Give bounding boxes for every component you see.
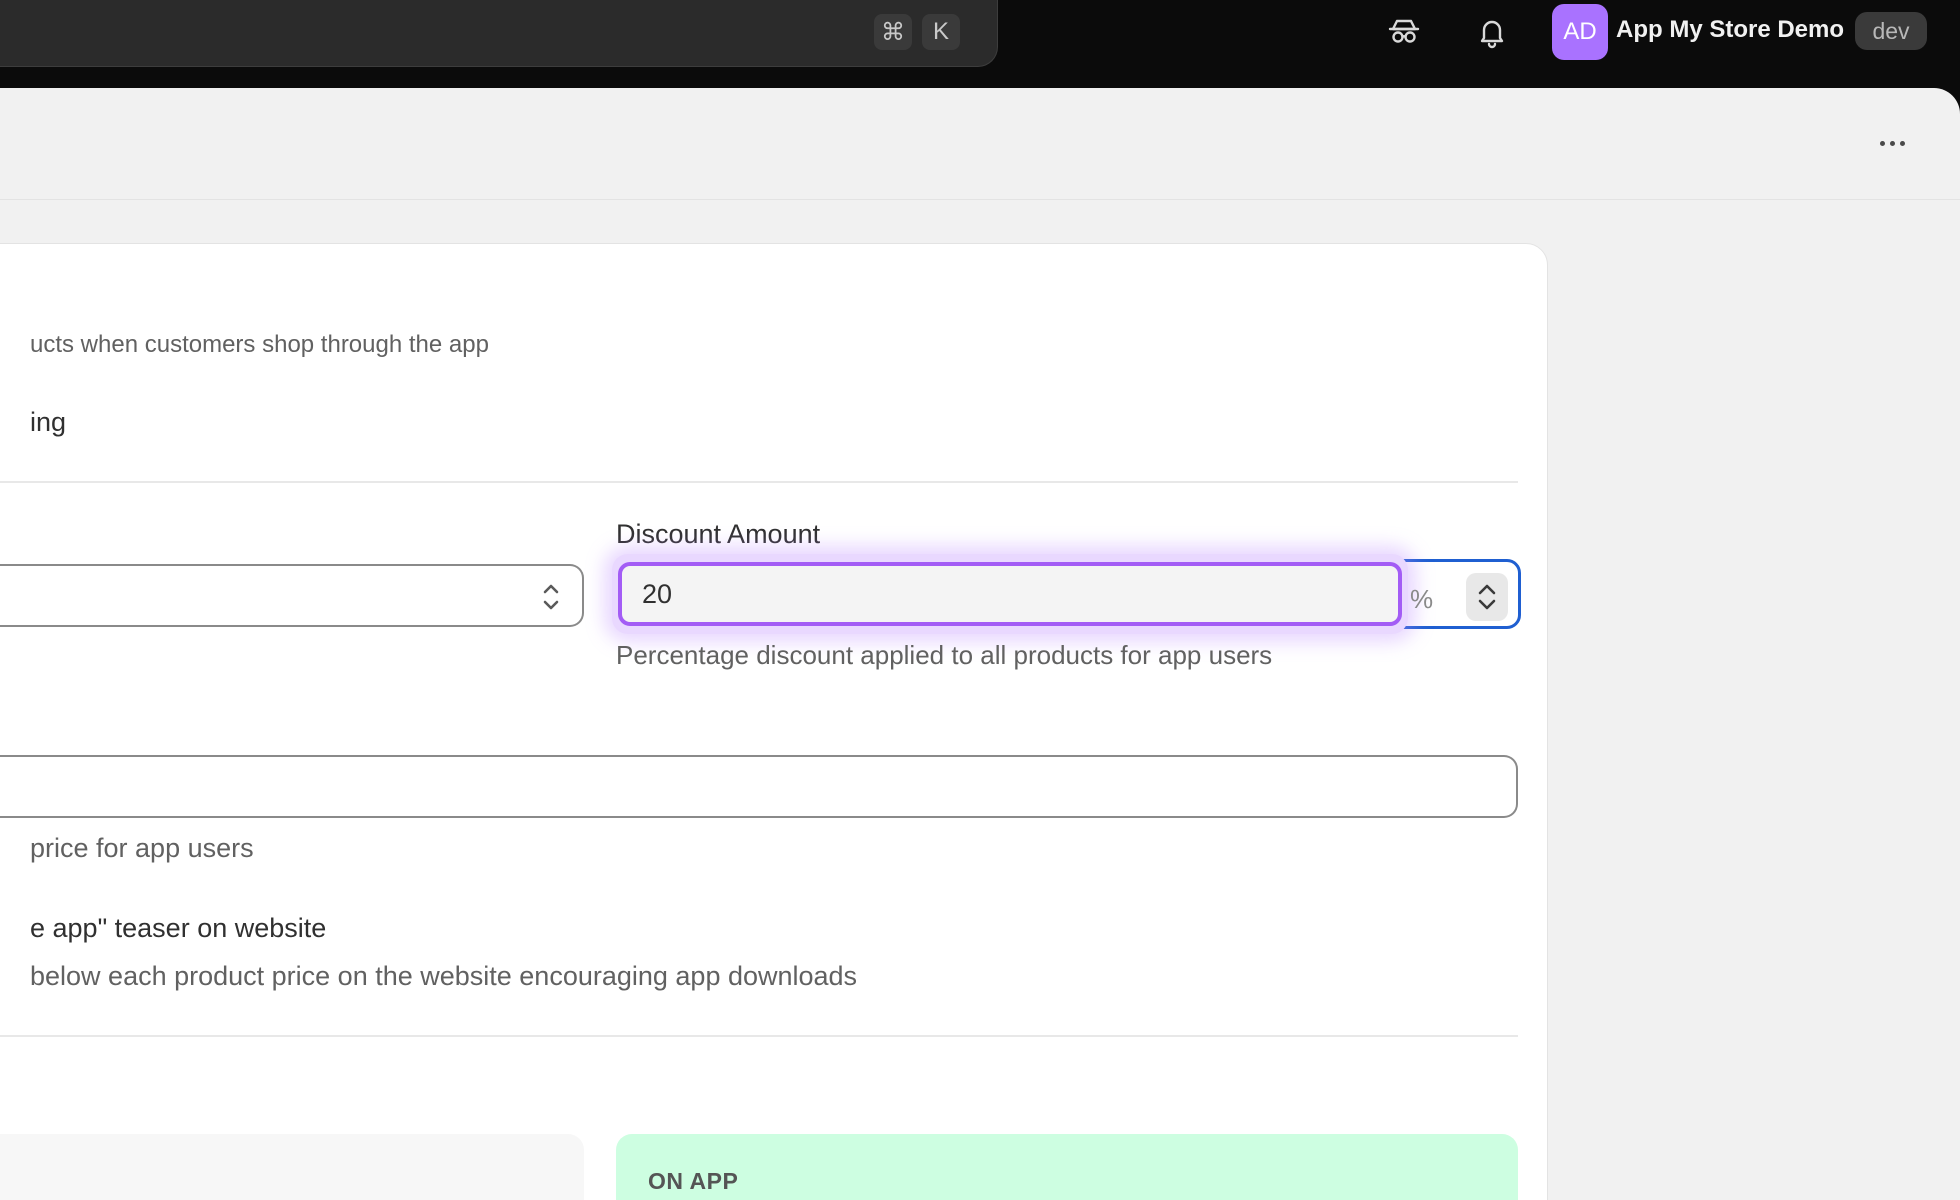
select-caret-icon — [543, 584, 559, 610]
page-header — [0, 88, 1960, 200]
percent-suffix: % — [1410, 584, 1434, 614]
preview-on-app-title: ON APP — [648, 1168, 739, 1194]
settings-content: ucts when customers shop through the app… — [0, 243, 1548, 1200]
section-description: ucts when customers shop through the app — [30, 331, 489, 358]
price-input[interactable] — [0, 755, 1518, 818]
divider — [0, 481, 1518, 483]
toggle-label: ing — [30, 407, 67, 437]
teaser-label: e app" teaser on website — [30, 913, 327, 943]
teaser-description: below each product price on the website … — [30, 961, 858, 991]
preview-website-card — [0, 1134, 584, 1200]
more-horizontal-icon — [1889, 140, 1895, 146]
discount-type-select[interactable] — [0, 564, 584, 627]
more-horizontal-icon — [1879, 140, 1885, 146]
preview-on-app-card: ON APP — [616, 1134, 1518, 1200]
k-key-badge: K — [922, 14, 960, 50]
number-stepper[interactable] — [1466, 573, 1508, 621]
chevron-down-icon[interactable] — [1476, 598, 1498, 612]
top-bar: ⌘ K AD App My Store Demo dev — [0, 0, 1960, 88]
divider — [0, 1035, 1518, 1037]
discount-amount-input[interactable] — [618, 562, 1402, 626]
store-name[interactable]: App My Store Demo — [1616, 16, 1844, 44]
search-bar[interactable]: ⌘ K — [0, 0, 998, 67]
avatar[interactable]: AD — [1552, 4, 1608, 60]
environment-badge: dev — [1855, 12, 1927, 50]
discount-help-text: Percentage discount applied to all produ… — [616, 640, 1273, 670]
bell-icon[interactable] — [1472, 12, 1512, 52]
more-actions-button[interactable] — [1872, 128, 1912, 158]
incognito-icon[interactable] — [1384, 12, 1424, 52]
chevron-up-icon[interactable] — [1476, 582, 1498, 596]
discount-amount-label: Discount Amount — [616, 519, 821, 549]
more-horizontal-icon — [1899, 140, 1905, 146]
command-key-badge: ⌘ — [874, 14, 912, 50]
price-help-text: price for app users — [30, 833, 254, 863]
